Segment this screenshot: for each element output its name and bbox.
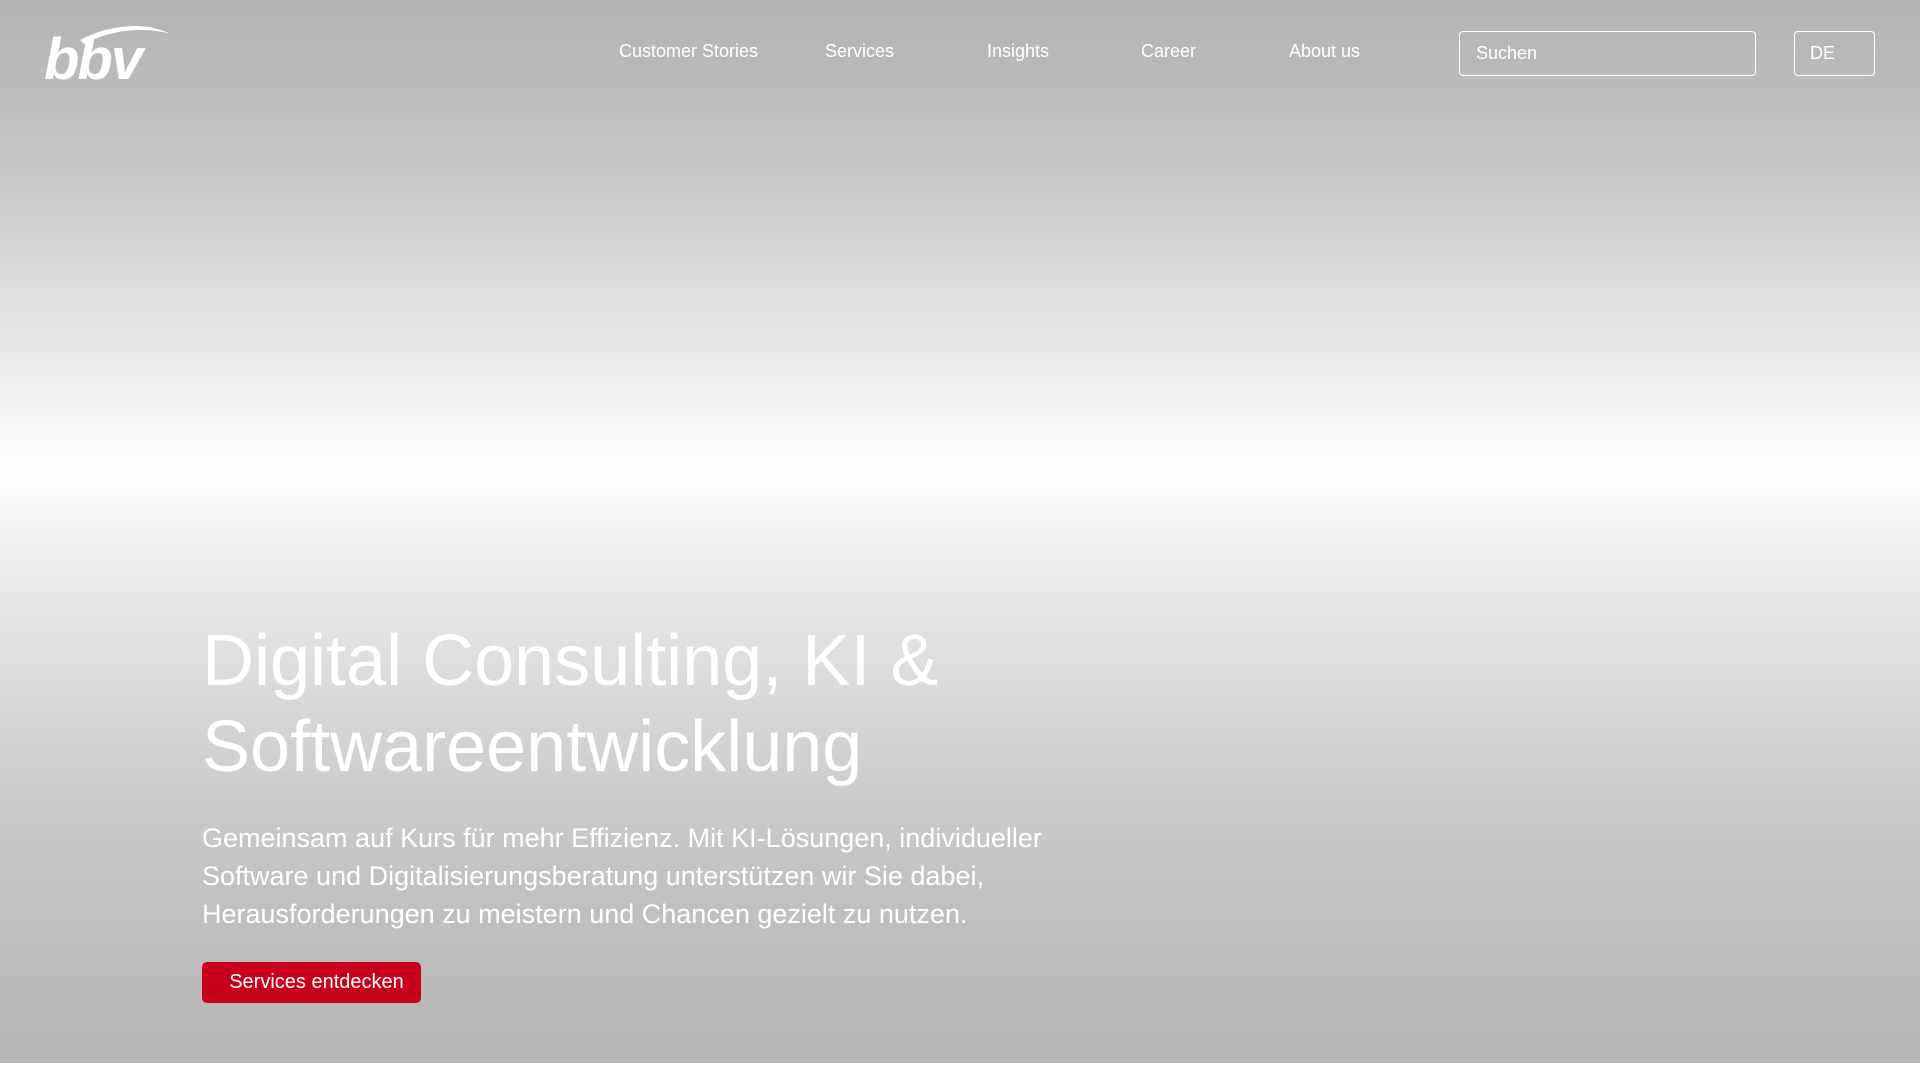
services-entdecken-button[interactable]: Services entdecken — [202, 962, 421, 1003]
hero-headline-line: Digital Consulting, KI & — [202, 621, 939, 701]
svg-text:bbv: bbv — [44, 27, 146, 82]
hero-subtext-line: Gemeinsam auf Kurs für mehr Effizienz. M… — [202, 823, 1042, 853]
nav-about-us[interactable]: About us — [1289, 40, 1360, 62]
hero-headline: Digital Consulting, KI & Softwareentwick… — [202, 618, 1202, 790]
nav-services[interactable]: Services — [825, 40, 894, 62]
search-input[interactable] — [1459, 31, 1756, 76]
page-below-hero — [0, 1063, 1920, 1080]
bbv-logo-icon[interactable]: bbv — [44, 22, 172, 82]
hero-subtext-line: Herausforderungen zu meistern und Chance… — [202, 899, 968, 929]
nav-customer-stories[interactable]: Customer Stories — [619, 40, 758, 62]
hero-section: bbv Customer Stories Services Insights C… — [0, 0, 1920, 1063]
language-selector[interactable]: DE — [1794, 31, 1875, 76]
hero-headline-line: Softwareentwicklung — [202, 707, 863, 787]
hero-subtext-line: Software und Digitalisierungsberatung un… — [202, 861, 984, 891]
nav-insights[interactable]: Insights — [987, 40, 1049, 62]
hero-subtext: Gemeinsam auf Kurs für mehr Effizienz. M… — [202, 819, 1102, 933]
nav-career[interactable]: Career — [1141, 40, 1196, 62]
